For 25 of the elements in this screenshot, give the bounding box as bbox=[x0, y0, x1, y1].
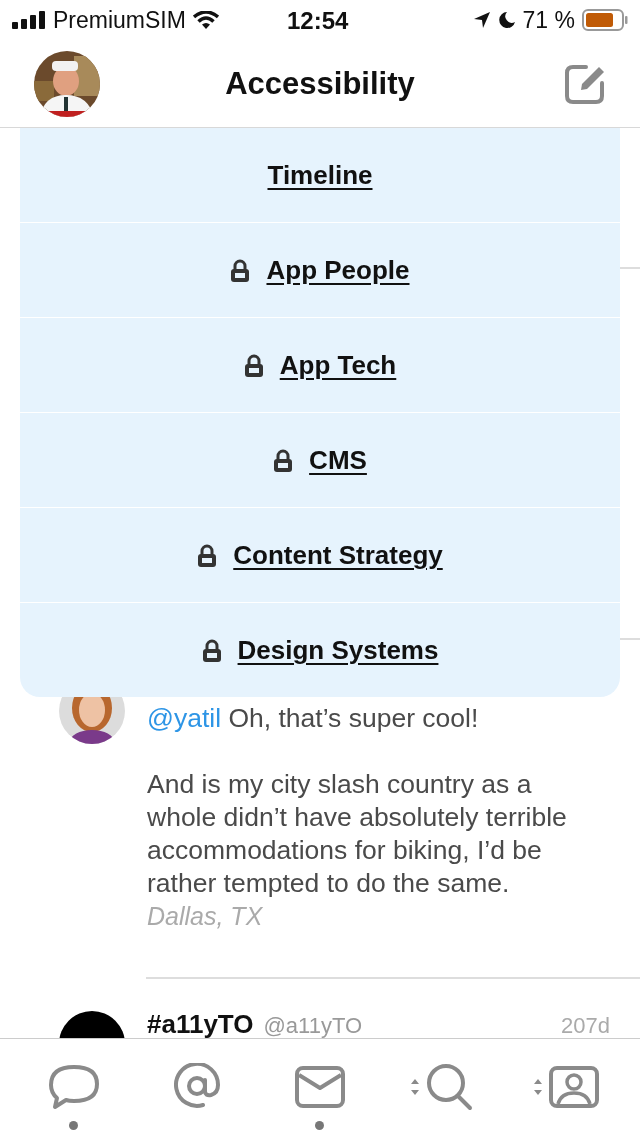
menu-item[interactable]: App Tech bbox=[20, 318, 620, 412]
battery-percentage: 71 % bbox=[522, 6, 575, 34]
wifi-icon bbox=[192, 10, 219, 30]
moon-icon bbox=[497, 11, 516, 29]
carrier-name: PremiumSIM bbox=[53, 6, 186, 34]
at-sign-icon bbox=[171, 1063, 222, 1111]
author-handle: @a11yTO bbox=[263, 1013, 364, 1038]
author-name[interactable]: #a11yTO bbox=[147, 1009, 254, 1038]
speech-bubble-icon bbox=[48, 1063, 99, 1111]
menu-item[interactable]: CMS bbox=[20, 413, 620, 507]
compose-icon[interactable] bbox=[564, 62, 606, 105]
location-arrow-icon bbox=[472, 11, 491, 29]
tweet-text: @yatil Oh, that’s super cool! And is my city slash country as a whole didn’t have absolutely terrible accommodations for biking, I’d be rather tempted to do the same. bbox=[147, 702, 568, 900]
page-title: Accessibility bbox=[224, 65, 416, 102]
mail-icon bbox=[294, 1066, 345, 1108]
menu-item[interactable]: App People bbox=[20, 223, 620, 317]
menu-item[interactable]: Timeline bbox=[20, 128, 620, 222]
signal-icon bbox=[12, 11, 46, 29]
tweet-age: 207d bbox=[561, 1013, 610, 1038]
menu-item[interactable]: Design Systems bbox=[20, 603, 620, 697]
battery-icon bbox=[582, 9, 628, 31]
tweet-location: Dallas, TX bbox=[147, 901, 264, 932]
menu-item[interactable]: Content Strategy bbox=[20, 508, 620, 602]
profile-card-icon bbox=[549, 1066, 600, 1108]
clock-time: 12:54 bbox=[287, 7, 349, 35]
